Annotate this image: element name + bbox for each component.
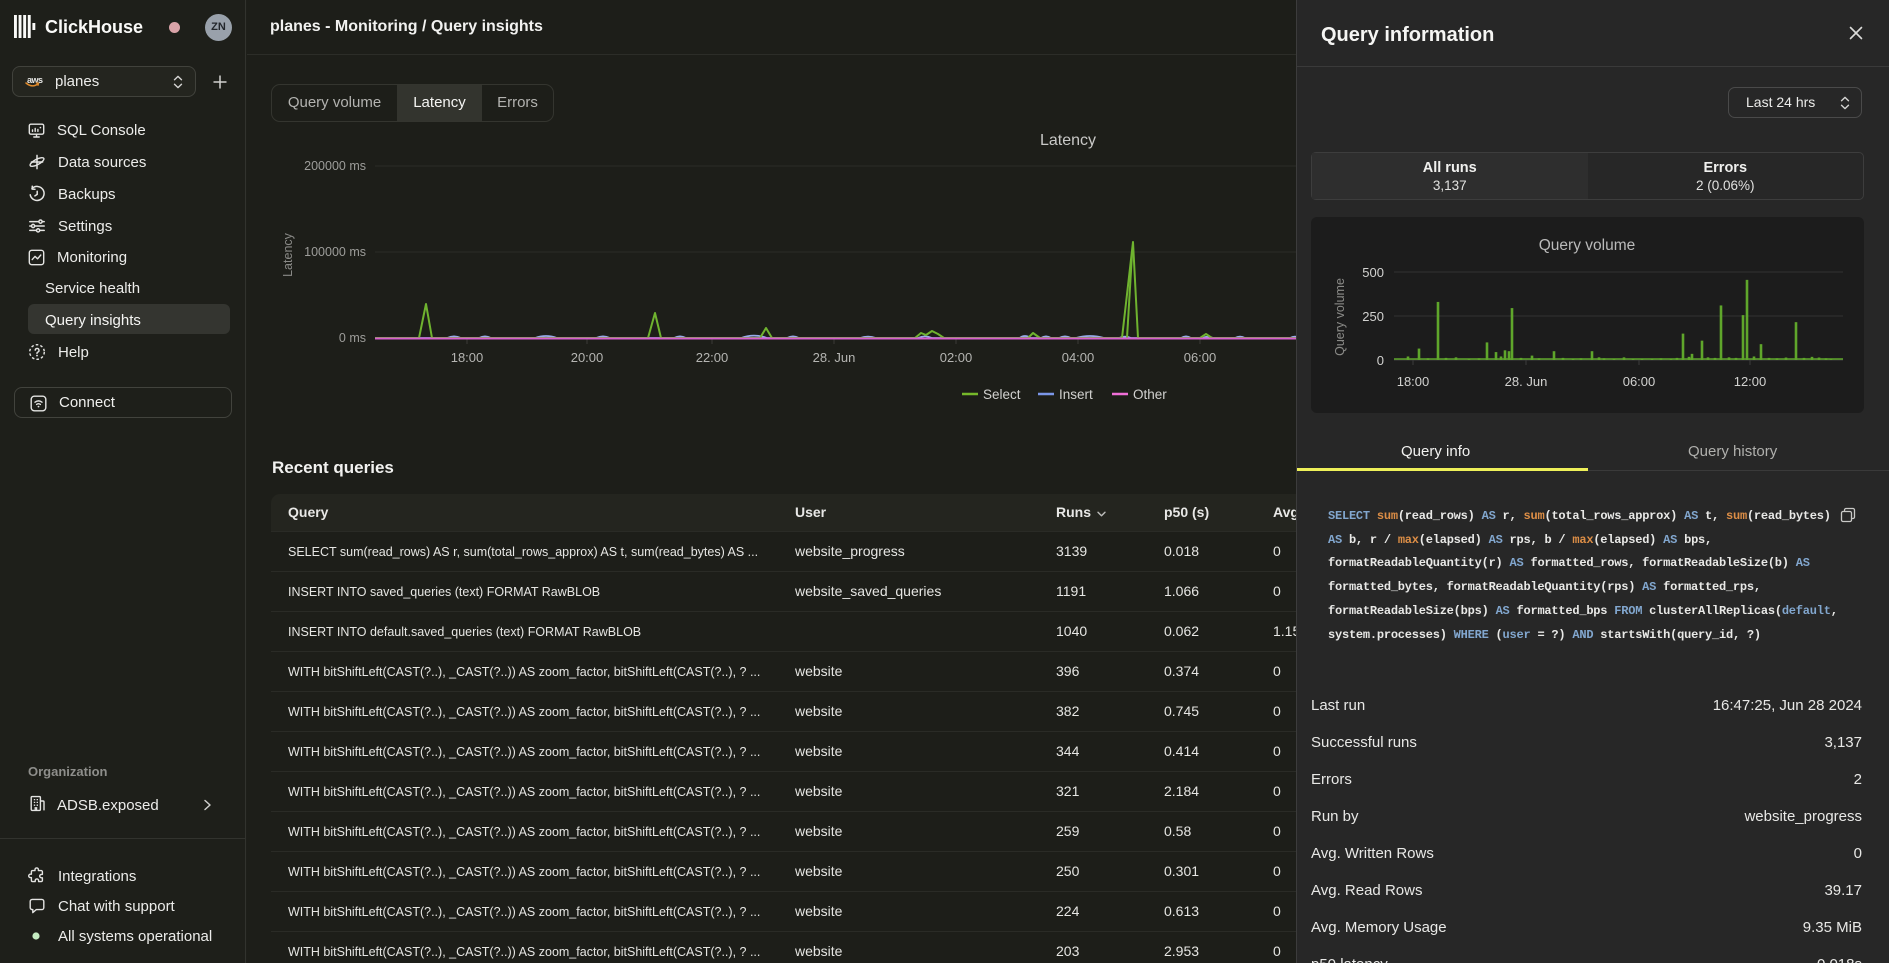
svg-text:Query volume: Query volume: [1539, 237, 1635, 254]
svg-text:22:00: 22:00: [696, 350, 729, 365]
svg-text:500: 500: [1362, 265, 1384, 280]
svg-text:06:00: 06:00: [1623, 374, 1656, 389]
svg-text:250: 250: [1362, 309, 1384, 324]
svg-text:200000 ms: 200000 ms: [304, 159, 366, 173]
svg-text:0 ms: 0 ms: [339, 331, 366, 345]
svg-text:28. Jun: 28. Jun: [1505, 374, 1548, 389]
svg-text:Query volume: Query volume: [1333, 278, 1347, 356]
svg-text:28. Jun: 28. Jun: [813, 350, 856, 365]
svg-text:Latency: Latency: [1040, 132, 1096, 149]
svg-text:04:00: 04:00: [1062, 350, 1095, 365]
svg-text:06:00: 06:00: [1184, 350, 1217, 365]
svg-text:0: 0: [1377, 353, 1384, 368]
svg-text:100000 ms: 100000 ms: [304, 245, 366, 259]
svg-text:Other: Other: [1133, 387, 1167, 402]
svg-text:Insert: Insert: [1059, 387, 1093, 402]
svg-text:Latency: Latency: [281, 232, 295, 277]
svg-text:Select: Select: [983, 387, 1021, 402]
svg-text:02:00: 02:00: [940, 350, 973, 365]
svg-text:18:00: 18:00: [1397, 374, 1430, 389]
svg-text:20:00: 20:00: [571, 350, 604, 365]
svg-text:18:00: 18:00: [451, 350, 484, 365]
svg-text:12:00: 12:00: [1734, 374, 1767, 389]
